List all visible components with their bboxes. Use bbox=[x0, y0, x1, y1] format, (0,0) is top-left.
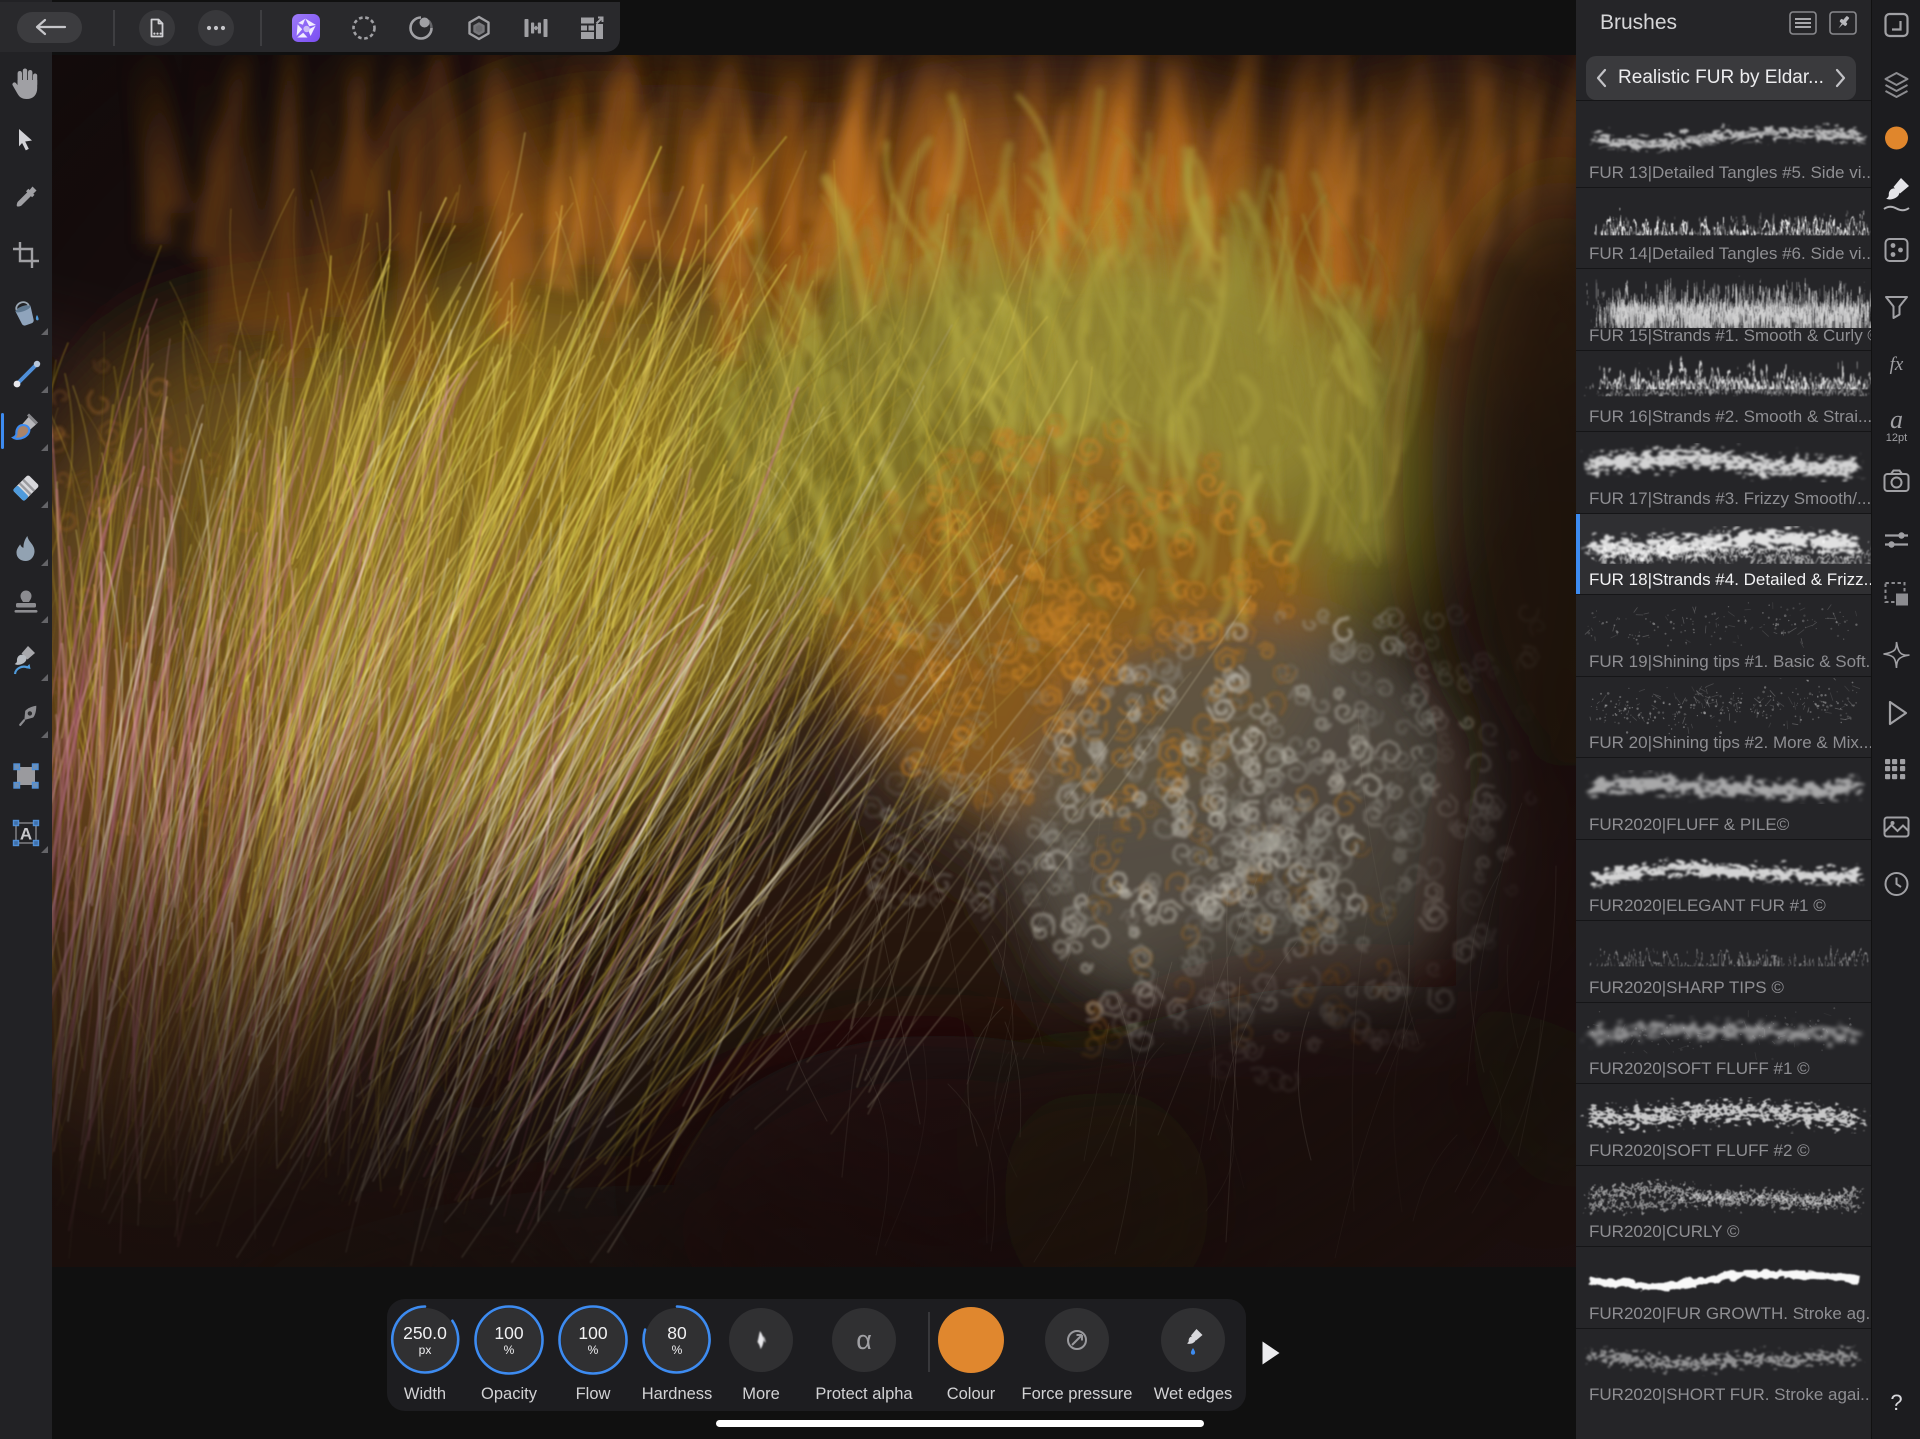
svg-text:α: α bbox=[856, 1325, 872, 1355]
svg-text:A: A bbox=[20, 825, 32, 844]
svg-text:12pt: 12pt bbox=[1886, 432, 1907, 444]
svg-text:a: a bbox=[1890, 405, 1903, 434]
svg-text:?: ? bbox=[1890, 1390, 1902, 1415]
svg-text:fx: fx bbox=[1890, 354, 1904, 375]
